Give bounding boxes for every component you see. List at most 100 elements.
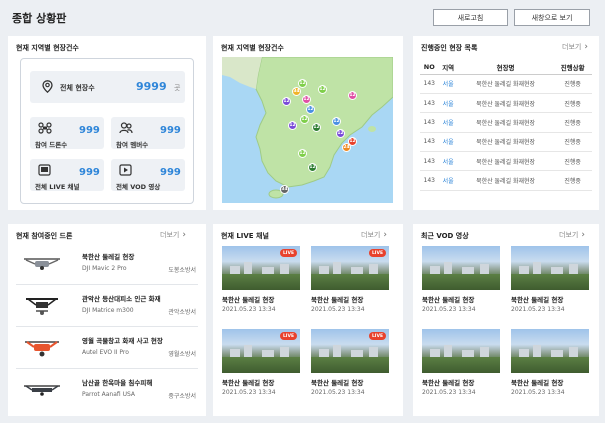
- row-site-name[interactable]: 북한산 둘레길 화재현장: [457, 93, 554, 114]
- row-site-name[interactable]: 북한산 둘레길 화재현장: [457, 151, 554, 172]
- vod-video-item[interactable]: 북한산 둘레길 현장 2021.05.23 13:34: [422, 329, 500, 396]
- live-video-item[interactable]: LIVE 북한산 둘레길 현장 2021.05.23 13:34: [311, 329, 389, 396]
- sites-more-link[interactable]: 더보기 ›: [562, 42, 588, 52]
- total-sites-label: 전체 현장수: [60, 84, 95, 92]
- drones-more-link[interactable]: 더보기 ›: [160, 230, 186, 240]
- map-pin[interactable]: 12: [298, 79, 307, 88]
- video-thumbnail[interactable]: [422, 246, 500, 290]
- table-row[interactable]: 143 서울 북한산 둘레길 화재현장 진행중: [420, 151, 592, 172]
- drone-site-name: 영월 곡물창고 화재 사고 현장: [82, 337, 163, 345]
- map-title: 현재 지역별 현장건수: [221, 44, 284, 52]
- members-value: 999: [160, 125, 181, 136]
- vod-more-label: 더보기: [559, 231, 579, 239]
- tree-line: [422, 274, 500, 290]
- map-pin[interactable]: 12: [308, 163, 317, 172]
- total-sites-stat: 전체 현장수 9999 곳: [30, 71, 185, 103]
- building: [444, 345, 452, 357]
- tree-line: [222, 274, 300, 290]
- table-row[interactable]: 143 서울 북한산 둘레길 화재현장 진행중: [420, 112, 592, 133]
- map-pin[interactable]: 12: [298, 149, 307, 158]
- video-date: 2021.05.23 13:34: [511, 306, 565, 313]
- row-no: 143: [420, 151, 439, 172]
- video-thumbnail[interactable]: LIVE: [222, 246, 300, 290]
- region-map[interactable]: 12 34 12 12 12 12 12 12 12 12 12 12 24 12 12 12 34: [222, 57, 393, 203]
- row-site-name[interactable]: 북한산 둘레길 화재현장: [457, 112, 554, 133]
- vod-more-link[interactable]: 더보기 ›: [559, 230, 585, 240]
- row-region: 서울: [438, 170, 458, 191]
- building: [480, 347, 489, 357]
- table-header-row: NO 지역 현장명 진행상황: [420, 60, 592, 75]
- vod-play-icon: [119, 164, 132, 176]
- video-title: 북한산 둘레길 현장: [511, 296, 564, 304]
- video-title: 북한산 둘레길 현장: [511, 379, 564, 387]
- drone-thumbnail: [20, 335, 64, 361]
- live-more-link[interactable]: 더보기 ›: [361, 230, 387, 240]
- row-no: 143: [420, 93, 439, 114]
- video-thumbnail[interactable]: LIVE: [222, 329, 300, 373]
- map-pin[interactable]: 12: [282, 97, 291, 106]
- row-region: 서울: [438, 151, 458, 172]
- tree-line: [311, 357, 389, 373]
- video-thumbnail[interactable]: [511, 329, 589, 373]
- map-pin[interactable]: 12: [318, 85, 327, 94]
- video-title: 북한산 둘레길 현장: [222, 379, 275, 387]
- chevron-right-icon: ›: [383, 229, 387, 240]
- map-pin[interactable]: 34: [292, 87, 301, 96]
- site-count-title: 현재 지역별 현장건수: [16, 44, 79, 52]
- map-pin[interactable]: 12: [332, 117, 341, 126]
- map-pin[interactable]: 12: [348, 91, 357, 100]
- map-pin[interactable]: 12: [348, 137, 357, 146]
- vod-video-item[interactable]: 북한산 둘레길 현장 2021.05.23 13:34: [511, 329, 589, 396]
- table-row[interactable]: 143 서울 북한산 둘레길 화재현장 진행중: [420, 132, 592, 153]
- live-video-item[interactable]: LIVE 북한산 둘레길 현장 2021.05.23 13:34: [222, 246, 300, 313]
- refresh-button[interactable]: 새로고침: [433, 9, 508, 26]
- open-new-window-button[interactable]: 새창으로 보기: [514, 9, 590, 26]
- building: [533, 262, 541, 274]
- map-pin[interactable]: 12: [300, 115, 309, 124]
- row-status: 진행중: [553, 170, 592, 191]
- map-pin[interactable]: 12: [288, 121, 297, 130]
- row-region: 서울: [438, 132, 458, 153]
- live-more-label: 더보기: [361, 231, 381, 239]
- divider: [16, 368, 198, 369]
- drone-station: 도봉소방서: [168, 267, 196, 274]
- row-status: 진행중: [553, 132, 592, 153]
- sites-table: NO 지역 현장명 진행상황 143 서울 북한산 둘레길 화재현장 진행중 143 서울…: [420, 60, 592, 191]
- live-video-item[interactable]: LIVE 북한산 둘레길 현장 2021.05.23 13:34: [311, 246, 389, 313]
- table-row[interactable]: 143 서울 북한산 둘레길 화재현장 진행중: [420, 93, 592, 114]
- drone-list-item[interactable]: 관악산 등산대피소 인근 화재 DJI Matrice m300 관악소방서: [16, 287, 200, 323]
- drone-list-item[interactable]: 남산골 한옥마을 침수피해 Parrot Aanafi USA 중구소방서: [16, 371, 200, 407]
- row-site-name[interactable]: 북한산 둘레길 화재현장: [457, 170, 554, 191]
- tree-line: [422, 357, 500, 373]
- video-date: 2021.05.23 13:34: [422, 306, 476, 313]
- row-status: 진행중: [553, 93, 592, 114]
- table-row[interactable]: 143 서울 북한산 둘레길 화재현장 진행중: [420, 170, 592, 191]
- video-thumbnail[interactable]: LIVE: [311, 246, 389, 290]
- drones-value: 999: [79, 125, 100, 136]
- live-badge: LIVE: [369, 332, 386, 340]
- map-pin[interactable]: 12: [312, 123, 321, 132]
- drones-label: 참여 드론수: [35, 141, 68, 149]
- building: [230, 266, 240, 274]
- drone-thumbnail: [20, 377, 64, 403]
- map-pin[interactable]: 34: [280, 185, 289, 194]
- live-channels-value: 999: [79, 167, 100, 178]
- drone-list-item[interactable]: 영월 곡물창고 화재 사고 현장 Autel EVO II Pro 영월소방서: [16, 329, 200, 365]
- vod-video-item[interactable]: 북한산 둘레길 현장 2021.05.23 13:34: [511, 246, 589, 313]
- video-thumbnail[interactable]: [422, 329, 500, 373]
- video-title: 북한산 둘레길 현장: [311, 296, 364, 304]
- row-site-name[interactable]: 북한산 둘레길 화재현장: [457, 132, 554, 153]
- table-row[interactable]: 143 서울 북한산 둘레길 화재현장 진행중: [420, 74, 592, 94]
- map-pin[interactable]: 12: [336, 129, 345, 138]
- members-label: 참여 멤버수: [116, 141, 149, 149]
- drone-list-item[interactable]: 북한산 둘레길 현장 DJI Mavic 2 Pro 도봉소방서: [16, 245, 200, 281]
- drones-stat: 참여 드론수 999: [30, 117, 104, 149]
- map-pin[interactable]: 12: [302, 95, 311, 104]
- video-title: 북한산 둘레길 현장: [422, 379, 475, 387]
- vod-video-item[interactable]: 북한산 둘레길 현장 2021.05.23 13:34: [422, 246, 500, 313]
- row-site-name[interactable]: 북한산 둘레길 화재현장: [457, 74, 554, 94]
- video-thumbnail[interactable]: LIVE: [311, 329, 389, 373]
- video-thumbnail[interactable]: [511, 246, 589, 290]
- live-video-item[interactable]: LIVE 북한산 둘레길 현장 2021.05.23 13:34: [222, 329, 300, 396]
- map-pin[interactable]: 12: [306, 105, 315, 114]
